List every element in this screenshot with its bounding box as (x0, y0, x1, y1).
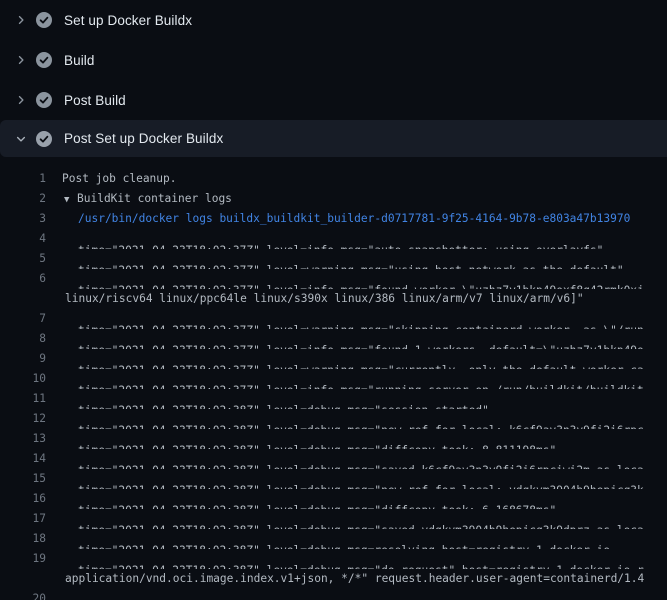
line-number: 16 (0, 489, 46, 509)
log-text: time="2021-04-23T18:02:37Z" level=warnin… (46, 361, 644, 369)
log-line: 2▼BuildKit container logs (0, 189, 667, 209)
log-line: 6time="2021-04-23T18:02:37Z" level=info … (0, 269, 667, 289)
steps-list: Set up Docker Buildx Build Post Build (0, 0, 667, 157)
line-number (0, 569, 46, 589)
log-line: 19time="2021-04-23T18:02:38Z" level=debu… (0, 549, 667, 569)
check-circle-icon (36, 131, 52, 147)
log-area: 1Post job cleanup.2▼BuildKit container l… (0, 169, 667, 600)
log-line: 18time="2021-04-23T18:02:38Z" level=debu… (0, 529, 667, 549)
log-line: 1Post job cleanup. (0, 169, 667, 189)
log-text: time="2021-04-23T18:02:37Z" level=warnin… (46, 261, 624, 269)
check-circle-icon (36, 52, 52, 68)
log-text: time="2021-04-23T18:02:37Z" level=info m… (46, 381, 644, 389)
log-text: time="2021-04-23T18:02:38Z" level=debug … (46, 441, 556, 449)
log-line: 10time="2021-04-23T18:02:37Z" level=info… (0, 369, 667, 389)
line-number: 1 (0, 169, 46, 189)
chevron-right-icon (14, 12, 28, 28)
log-text: time="2021-04-23T18:02:37Z" level=info m… (46, 241, 603, 249)
line-number: 8 (0, 329, 46, 349)
line-number: 9 (0, 349, 46, 369)
log-text: linux/riscv64 linux/ppc64le linux/s390x … (46, 289, 584, 309)
log-line: 12time="2021-04-23T18:02:38Z" level=debu… (0, 409, 667, 429)
log-text: time="2021-04-23T18:02:38Z" level=debug … (46, 461, 644, 469)
log-text: time="2021-04-23T18:02:37Z" level=info m… (46, 281, 644, 289)
check-circle-icon (36, 92, 52, 108)
log-line: 15time="2021-04-23T18:02:38Z" level=debu… (0, 469, 667, 489)
step-header-set-up-docker-buildx[interactable]: Set up Docker Buildx (0, 0, 667, 40)
actions-log-viewer: Set up Docker Buildx Build Post Build (0, 0, 667, 600)
line-number: 18 (0, 529, 46, 549)
line-number: 7 (0, 309, 46, 329)
group-toggle-icon[interactable]: ▼ (64, 190, 77, 209)
log-line: 13time="2021-04-23T18:02:38Z" level=debu… (0, 429, 667, 449)
log-line: 5time="2021-04-23T18:02:37Z" level=warni… (0, 249, 667, 269)
log-line: 4time="2021-04-23T18:02:37Z" level=info … (0, 229, 667, 249)
log-line: 11time="2021-04-23T18:02:38Z" level=debu… (0, 389, 667, 409)
line-number: 13 (0, 429, 46, 449)
step-label: Set up Docker Buildx (64, 13, 192, 28)
log-text: ▼BuildKit container logs (46, 189, 232, 209)
chevron-right-icon (14, 92, 28, 108)
command-text: /usr/bin/docker logs buildx_buildkit_bui… (46, 209, 630, 229)
log-line: 16time="2021-04-23T18:02:38Z" level=debu… (0, 489, 667, 509)
step-label: Build (64, 53, 95, 68)
log-text: time="2021-04-23T18:02:38Z" level=debug … (46, 501, 556, 509)
log-line: 9time="2021-04-23T18:02:37Z" level=warni… (0, 349, 667, 369)
log-line: 17time="2021-04-23T18:02:38Z" level=debu… (0, 509, 667, 529)
step-label: Post Set up Docker Buildx (64, 131, 223, 146)
step-header-post-set-up-docker-buildx[interactable]: Post Set up Docker Buildx (0, 120, 667, 157)
line-number: 19 (0, 549, 46, 569)
step-header-post-build[interactable]: Post Build (0, 80, 667, 120)
line-number: 11 (0, 389, 46, 409)
log-text: time="2021-04-23T18:02:38Z" level=debug … (46, 521, 644, 529)
log-group-title: BuildKit container logs (77, 192, 232, 205)
line-number: 15 (0, 469, 46, 489)
line-number: 2 (0, 189, 46, 209)
log-text: time="2021-04-23T18:02:38Z" level=debug … (46, 561, 644, 569)
log-line: application/vnd.oci.image.index.v1+json,… (0, 569, 667, 589)
line-number: 3 (0, 209, 46, 229)
line-number: 5 (0, 249, 46, 269)
line-number: 17 (0, 509, 46, 529)
log-text: Post job cleanup. (46, 169, 177, 189)
log-line: 3/usr/bin/docker logs buildx_buildkit_bu… (0, 209, 667, 229)
line-number: 20 (0, 589, 46, 600)
line-number: 6 (0, 269, 46, 289)
line-number: 10 (0, 369, 46, 389)
log-text: application/vnd.oci.image.index.v1+json,… (46, 569, 644, 589)
chevron-down-icon (14, 131, 28, 147)
log-line: linux/riscv64 linux/ppc64le linux/s390x … (0, 289, 667, 309)
step-label: Post Build (64, 93, 126, 108)
line-number (0, 289, 46, 309)
line-number: 14 (0, 449, 46, 469)
check-circle-icon (36, 12, 52, 28)
log-line: 7time="2021-04-23T18:02:37Z" level=warni… (0, 309, 667, 329)
line-number: 4 (0, 229, 46, 249)
log-text: time="2021-04-23T18:02:38Z" level=debug … (46, 541, 610, 549)
chevron-right-icon (14, 52, 28, 68)
log-text: time="2021-04-23T18:02:38Z" level=debug … (46, 401, 489, 409)
log-text: time="2021-04-23T18:02:38Z" level=debug … (46, 481, 644, 489)
log-text: time="2021-04-23T18:02:37Z" level=warnin… (46, 321, 644, 329)
log-text: time="2021-04-23T18:02:37Z" level=info m… (46, 341, 644, 349)
log-line: 20time="2021-04-23T18:02:38Z" level=debu… (0, 589, 667, 600)
step-header-build[interactable]: Build (0, 40, 667, 80)
log-text: time="2021-04-23T18:02:38Z" level=debug … (46, 421, 644, 429)
log-line: 8time="2021-04-23T18:02:37Z" level=info … (0, 329, 667, 349)
line-number: 12 (0, 409, 46, 429)
log-line: 14time="2021-04-23T18:02:38Z" level=debu… (0, 449, 667, 469)
